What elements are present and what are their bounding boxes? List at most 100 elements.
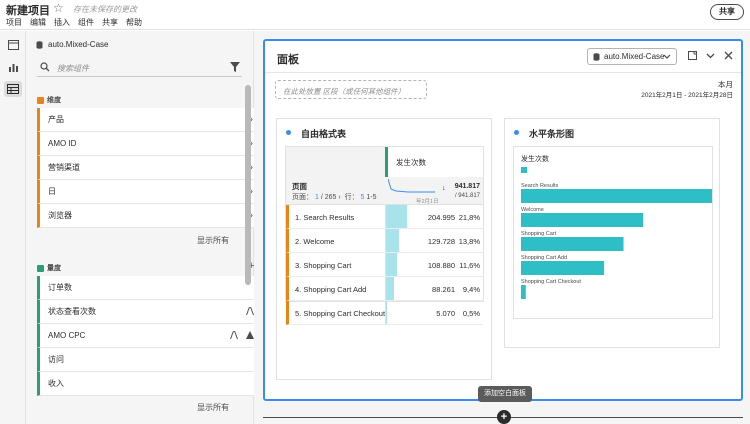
row-percent: 13,8% bbox=[458, 237, 480, 246]
metric-item[interactable]: AMO CPC bbox=[37, 324, 262, 348]
panel-datasource-select[interactable]: auto.Mixed-Case bbox=[587, 48, 677, 65]
chevron-down-icon bbox=[663, 54, 671, 59]
sort-arrow-icon[interactable]: ↓ bbox=[442, 185, 446, 192]
add-panel-button[interactable]: + bbox=[497, 410, 511, 424]
filter-icon[interactable] bbox=[230, 62, 240, 72]
panels-icon[interactable] bbox=[4, 37, 22, 53]
table-header: 发生次数 页面 页面： 1 / 265 › 行： 5 1-5 年2月1日 ↓ 9… bbox=[286, 147, 483, 205]
panel-actions bbox=[688, 51, 733, 60]
rows-count[interactable]: 5 bbox=[361, 194, 365, 201]
close-icon[interactable] bbox=[724, 51, 733, 60]
metric-label: 收入 bbox=[48, 379, 64, 388]
bar-2[interactable] bbox=[521, 213, 644, 227]
bar-3[interactable] bbox=[521, 237, 624, 251]
bar-chart-viz: 水平条形图 发生次数 Search Results Welcome Shopping… bbox=[504, 118, 720, 348]
row-percent: 11,6% bbox=[459, 261, 480, 270]
menu-insert[interactable]: 插入 bbox=[54, 17, 70, 28]
column-total: 941.817 bbox=[454, 183, 480, 190]
row-percent: 9,4% bbox=[462, 285, 480, 294]
table-row[interactable]: 5. Shopping Cart Checkout 5.070 0,5% bbox=[286, 301, 483, 325]
bar-1[interactable] bbox=[521, 189, 712, 203]
metric-item[interactable]: 访问 bbox=[37, 348, 262, 372]
table-pager: 页面： 1 / 265 › 行： 5 1-5 bbox=[292, 194, 377, 201]
datasource-row[interactable]: auto.Mixed-Case bbox=[36, 40, 108, 49]
bar-chart-svg: Search Results Welcome Shopping Cart Shoppi… bbox=[521, 183, 712, 299]
sparkline bbox=[388, 179, 435, 193]
dimension-column-header[interactable]: 页面 bbox=[292, 181, 307, 192]
components-icon[interactable] bbox=[4, 81, 22, 97]
rows-label: 行： bbox=[344, 194, 359, 201]
page-number[interactable]: 1 bbox=[315, 194, 319, 201]
database-icon bbox=[36, 40, 43, 49]
menu-components[interactable]: 组件 bbox=[78, 17, 94, 28]
bar-4[interactable] bbox=[521, 261, 605, 275]
row-percent: 21,8% bbox=[458, 213, 480, 222]
freeform-title[interactable]: 自由格式表 bbox=[301, 127, 346, 140]
freeform-table-viz: 自由格式表 发生次数 页面 页面： 1 / 265 › 行： 5 1-5 年2月… bbox=[276, 118, 492, 380]
collapse-chevron-icon[interactable] bbox=[706, 51, 715, 60]
datasource-label: auto.Mixed-Case bbox=[48, 40, 109, 49]
visualizations-icon[interactable] bbox=[4, 59, 22, 75]
column-separator bbox=[385, 229, 386, 252]
left-rail bbox=[0, 31, 26, 424]
dimensions-label: 维度 bbox=[47, 97, 61, 104]
table-row[interactable]: 3. Shopping Cart 108.880 11,6% bbox=[286, 253, 483, 277]
panel-title[interactable]: 面板 bbox=[277, 51, 299, 67]
share-button[interactable]: 共享 bbox=[710, 4, 744, 20]
workspace-canvas: 面板 auto.Mixed-Case 在此处放置 区段（或任何其他组件） 本月 … bbox=[254, 31, 750, 424]
column-separator bbox=[385, 205, 386, 228]
panel-divider bbox=[265, 72, 741, 73]
segment-drop-zone[interactable]: 在此处放置 区段（或任何其他组件） bbox=[275, 80, 427, 99]
table-row[interactable]: 2. Welcome 129.728 13,8% bbox=[286, 229, 483, 253]
unsaved-status: 存在未保存的更改 bbox=[73, 5, 137, 14]
row-value: 5.070 bbox=[436, 309, 455, 318]
row-label[interactable]: 3. Shopping Cart bbox=[295, 261, 351, 270]
viz-status-dot bbox=[286, 130, 291, 135]
dimension-item[interactable]: 产品 › bbox=[37, 108, 262, 132]
row-value-bar bbox=[385, 229, 399, 252]
menu-edit[interactable]: 编辑 bbox=[30, 17, 46, 28]
adobe-icon bbox=[230, 331, 238, 339]
menu-project[interactable]: 项目 bbox=[6, 17, 22, 28]
row-value: 129.728 bbox=[427, 237, 455, 246]
component-search[interactable]: 搜索组件 bbox=[37, 58, 242, 77]
viz-status-dot bbox=[514, 130, 519, 135]
resize-icon[interactable] bbox=[688, 51, 697, 60]
metric-item[interactable]: 状态查看次数 bbox=[37, 300, 262, 324]
menu-help[interactable]: 帮助 bbox=[126, 17, 142, 28]
components-scrollbar[interactable] bbox=[245, 85, 251, 285]
favorite-star-icon[interactable]: ☆ bbox=[53, 1, 64, 15]
dimension-label: 浏览器 bbox=[48, 211, 72, 220]
column-separator bbox=[385, 301, 386, 324]
bar-chart-title[interactable]: 水平条形图 bbox=[529, 127, 574, 140]
metric-column-header[interactable]: 发生次数 bbox=[385, 147, 483, 177]
row-label[interactable]: 4. Shopping Cart Add bbox=[295, 285, 366, 294]
dimension-label: 日 bbox=[48, 187, 56, 196]
row-label[interactable]: 2. Welcome bbox=[295, 237, 334, 246]
metric-list: 订单数 状态查看次数 AMO CPC 访问 收入 bbox=[37, 276, 262, 396]
metric-item[interactable]: 订单数 bbox=[37, 276, 262, 300]
row-value: 108.880 bbox=[427, 261, 455, 270]
metrics-header: 量度 bbox=[37, 263, 61, 273]
dimension-item[interactable]: 日 › bbox=[37, 180, 262, 204]
date-range[interactable]: 2021年2月1日 - 2021年2月28日 bbox=[641, 89, 733, 99]
metrics-show-all[interactable]: 显示所有 bbox=[197, 402, 229, 413]
dimension-item[interactable]: 浏览器 › bbox=[37, 204, 262, 228]
project-title[interactable]: 新建项目 bbox=[6, 2, 50, 18]
rows-range: 1-5 bbox=[366, 194, 377, 201]
row-label[interactable]: 5. Shopping Cart Checkout bbox=[295, 309, 385, 318]
row-label[interactable]: 1. Search Results bbox=[295, 213, 354, 222]
metric-label: 状态查看次数 bbox=[48, 307, 96, 316]
menu-share[interactable]: 共享 bbox=[102, 17, 118, 28]
bar-chart: 发生次数 Search Results Welcome Shopping Cart S… bbox=[513, 146, 713, 319]
dimension-item[interactable]: AMO ID › bbox=[37, 132, 262, 156]
table-row[interactable]: 4. Shopping Cart Add 88.261 9,4% bbox=[286, 277, 483, 301]
metric-item[interactable]: 收入 bbox=[37, 372, 262, 396]
dimension-item[interactable]: 营销渠道 › bbox=[37, 156, 262, 180]
search-input[interactable]: 搜索组件 bbox=[57, 63, 89, 74]
dimensions-show-all[interactable]: 显示所有 bbox=[197, 235, 229, 246]
bar-5[interactable] bbox=[521, 285, 526, 299]
table-row[interactable]: 1. Search Results 204.995 21,8% bbox=[286, 205, 483, 229]
row-value-bar bbox=[385, 277, 394, 300]
dimension-icon bbox=[37, 96, 44, 104]
